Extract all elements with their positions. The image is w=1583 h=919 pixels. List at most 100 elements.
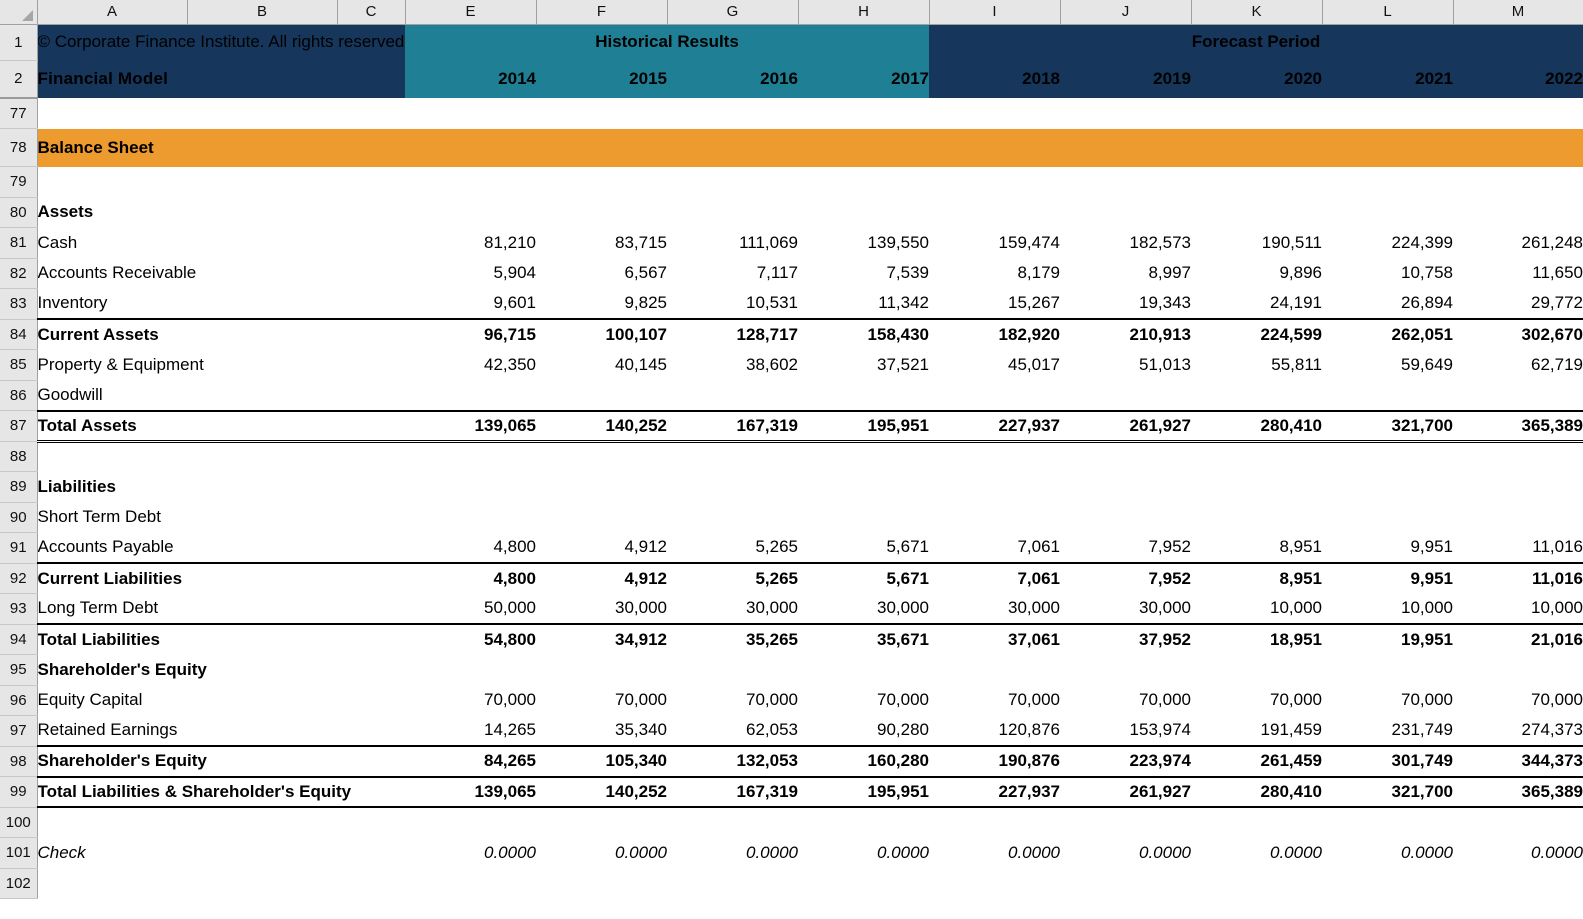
- ppe-2018[interactable]: 45,017: [929, 350, 1060, 381]
- column-header-i[interactable]: I: [929, 0, 1061, 25]
- row-header-77[interactable]: 77: [0, 97, 38, 129]
- row-93[interactable]: 93 Long Term Debt 50,000 30,000 30,000 3…: [0, 593, 1583, 625]
- cash-2017[interactable]: 139,550: [798, 228, 929, 259]
- ppe-2019[interactable]: 51,013: [1060, 350, 1191, 381]
- row-header-97[interactable]: 97: [0, 715, 38, 747]
- row-label-retained-earnings[interactable]: Retained Earnings: [37, 716, 405, 747]
- ltd-2015[interactable]: 30,000: [536, 594, 667, 625]
- total-assets-2021[interactable]: 321,700: [1322, 409, 1453, 443]
- current-assets-2020[interactable]: 224,599: [1191, 318, 1322, 350]
- inventory-2017[interactable]: 11,342: [798, 289, 929, 320]
- blank-row-102[interactable]: [37, 868, 1583, 899]
- liabilities-h[interactable]: [798, 472, 929, 503]
- total-assets-2015[interactable]: 140,252: [536, 409, 667, 443]
- row-85[interactable]: 85 Property & Equipment 42,350 40,145 38…: [0, 349, 1583, 381]
- row-label-accounts-payable[interactable]: Accounts Payable: [37, 533, 405, 564]
- retained-2018[interactable]: 120,876: [929, 716, 1060, 747]
- liabilities-j[interactable]: [1060, 472, 1191, 503]
- row-header-86[interactable]: 86: [0, 380, 38, 411]
- retained-2020[interactable]: 191,459: [1191, 716, 1322, 747]
- row-90[interactable]: 90 Short Term Debt: [0, 502, 1583, 533]
- current-liab-2021[interactable]: 9,951: [1322, 562, 1453, 594]
- inventory-2020[interactable]: 24,191: [1191, 289, 1322, 320]
- row-84[interactable]: 84 Current Assets 96,715 100,107 128,717…: [0, 318, 1583, 350]
- check-2014[interactable]: 0.0000: [405, 838, 536, 869]
- select-all-corner[interactable]: [0, 0, 38, 25]
- row-2[interactable]: 2 Financial Model 2014 2015 2016 2017 20…: [0, 60, 1583, 99]
- row-label-inventory[interactable]: Inventory: [37, 289, 405, 320]
- row-92[interactable]: 92 Current Liabilities 4,800 4,912 5,265…: [0, 562, 1583, 594]
- worksheet-grid[interactable]: A B C E F G H I J K L M 1 © Corporate Fi…: [0, 0, 1583, 899]
- row-header-99[interactable]: 99: [0, 776, 38, 808]
- row-99[interactable]: 99 Total Liabilities & Shareholder's Equ…: [0, 775, 1583, 808]
- liabilities-l[interactable]: [1322, 472, 1453, 503]
- total-liab-2017[interactable]: 35,671: [798, 623, 929, 655]
- blank-row-79[interactable]: [37, 167, 1583, 198]
- current-assets-2021[interactable]: 262,051: [1322, 318, 1453, 350]
- ap-2017[interactable]: 5,671: [798, 533, 929, 564]
- equity-capital-2022[interactable]: 70,000: [1453, 685, 1583, 716]
- check-2021[interactable]: 0.0000: [1322, 838, 1453, 869]
- retained-2021[interactable]: 231,749: [1322, 716, 1453, 747]
- column-header-l[interactable]: L: [1322, 0, 1454, 25]
- current-liab-2015[interactable]: 4,912: [536, 562, 667, 594]
- liabilities-f[interactable]: [536, 472, 667, 503]
- sh-equity-2017[interactable]: 160,280: [798, 745, 929, 777]
- total-liab-2018[interactable]: 37,061: [929, 623, 1060, 655]
- assets-h[interactable]: [798, 197, 929, 228]
- row-header-83[interactable]: 83: [0, 288, 38, 320]
- row-header-2[interactable]: 2: [0, 60, 38, 99]
- equity-capital-2021[interactable]: 70,000: [1322, 685, 1453, 716]
- check-2020[interactable]: 0.0000: [1191, 838, 1322, 869]
- ppe-2020[interactable]: 55,811: [1191, 350, 1322, 381]
- ar-2017[interactable]: 7,539: [798, 258, 929, 289]
- row-header-102[interactable]: 102: [0, 868, 38, 899]
- current-assets-2022[interactable]: 302,670: [1453, 318, 1583, 350]
- retained-2019[interactable]: 153,974: [1060, 716, 1191, 747]
- ltd-2022[interactable]: 10,000: [1453, 594, 1583, 625]
- row-label-total-assets[interactable]: Total Assets: [37, 409, 405, 443]
- equity-capital-2015[interactable]: 70,000: [536, 685, 667, 716]
- row-header-81[interactable]: 81: [0, 227, 38, 259]
- check-2015[interactable]: 0.0000: [536, 838, 667, 869]
- equity-head-j[interactable]: [1060, 655, 1191, 686]
- row-header-98[interactable]: 98: [0, 746, 38, 777]
- ar-2021[interactable]: 10,758: [1322, 258, 1453, 289]
- assets-f[interactable]: [536, 197, 667, 228]
- equity-head-g[interactable]: [667, 655, 798, 686]
- ar-2022[interactable]: 11,650: [1453, 258, 1583, 289]
- goodwill-2014[interactable]: [405, 380, 536, 411]
- liabilities-i[interactable]: [929, 472, 1060, 503]
- current-assets-2018[interactable]: 182,920: [929, 318, 1060, 350]
- equity-head-f[interactable]: [536, 655, 667, 686]
- column-header-h[interactable]: H: [798, 0, 930, 25]
- row-77[interactable]: 77: [0, 97, 1583, 129]
- ltd-2021[interactable]: 10,000: [1322, 594, 1453, 625]
- total-le-2015[interactable]: 140,252: [536, 775, 667, 808]
- row-header-96[interactable]: 96: [0, 685, 38, 716]
- total-le-2016[interactable]: 167,319: [667, 775, 798, 808]
- goodwill-2022[interactable]: [1453, 380, 1583, 411]
- total-liab-2019[interactable]: 37,952: [1060, 623, 1191, 655]
- cash-2022[interactable]: 261,248: [1453, 228, 1583, 259]
- equity-head-h[interactable]: [798, 655, 929, 686]
- goodwill-2018[interactable]: [929, 380, 1060, 411]
- ar-2016[interactable]: 7,117: [667, 258, 798, 289]
- row-header-95[interactable]: 95: [0, 654, 38, 686]
- row-header-91[interactable]: 91: [0, 532, 38, 564]
- current-liab-2014[interactable]: 4,800: [405, 562, 536, 594]
- std-2016[interactable]: [667, 502, 798, 533]
- row-header-93[interactable]: 93: [0, 593, 38, 625]
- row-label-cash[interactable]: Cash: [37, 228, 405, 259]
- goodwill-2021[interactable]: [1322, 380, 1453, 411]
- std-2018[interactable]: [929, 502, 1060, 533]
- assets-l[interactable]: [1322, 197, 1453, 228]
- ar-2020[interactable]: 9,896: [1191, 258, 1322, 289]
- spreadsheet-canvas[interactable]: A B C E F G H I J K L M 1 © Corporate Fi…: [0, 0, 1583, 919]
- row-label-current-liabilities[interactable]: Current Liabilities: [37, 562, 405, 594]
- row-header-1[interactable]: 1: [0, 24, 38, 61]
- sh-equity-2015[interactable]: 105,340: [536, 745, 667, 777]
- total-liab-2020[interactable]: 18,951: [1191, 623, 1322, 655]
- row-100[interactable]: 100: [0, 807, 1583, 838]
- row-89[interactable]: 89 Liabilities: [0, 471, 1583, 503]
